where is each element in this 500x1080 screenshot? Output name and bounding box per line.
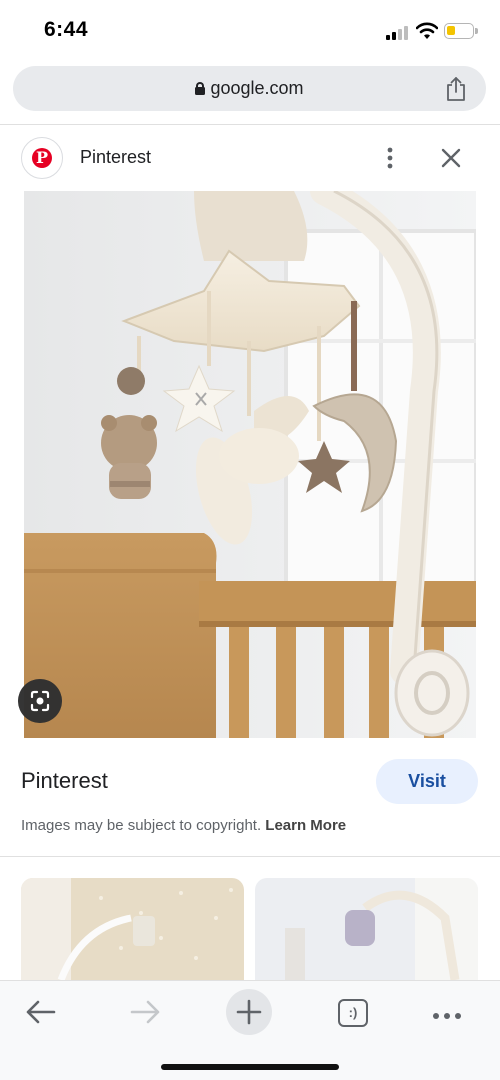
forward-arrow-icon[interactable] <box>122 989 168 1035</box>
home-indicator <box>161 1064 339 1070</box>
cellular-signal-icon <box>386 24 410 40</box>
more-horiz-icon[interactable] <box>424 989 470 1035</box>
url-text: google.com <box>210 78 304 98</box>
tab-switcher-label: :) <box>338 999 368 1027</box>
more-vert-icon[interactable] <box>381 145 399 171</box>
copyright-text: Images may be subject to copyright. <box>21 817 262 834</box>
visit-button[interactable]: Visit <box>376 759 478 804</box>
result-source-title: Pinterest <box>21 768 108 793</box>
divider <box>0 856 500 857</box>
wifi-icon <box>416 22 438 39</box>
pinterest-logo-icon: P <box>32 148 52 168</box>
learn-more-link[interactable]: Learn More <box>265 817 346 834</box>
lock-icon <box>195 82 206 95</box>
battery-icon <box>444 23 474 39</box>
plus-icon[interactable] <box>226 989 272 1035</box>
source-header: P Pinterest <box>0 125 500 191</box>
status-bar: 6:44 <box>0 0 500 60</box>
battery-cap <box>475 28 478 34</box>
pinterest-logo[interactable]: P <box>21 137 63 179</box>
url-display[interactable]: google.com <box>13 78 486 99</box>
back-arrow-icon[interactable] <box>18 989 64 1035</box>
address-bar[interactable]: google.com <box>13 66 486 111</box>
google-lens-icon[interactable] <box>18 679 62 723</box>
tab-switcher-button[interactable]: :) <box>330 989 376 1035</box>
related-image-thumbnail[interactable] <box>21 878 244 980</box>
share-icon[interactable] <box>444 76 468 102</box>
status-time: 6:44 <box>44 18 89 41</box>
result-image[interactable] <box>24 191 476 738</box>
related-image-thumbnail[interactable] <box>255 878 478 980</box>
copyright-notice: Images may be subject to copyright. Lear… <box>21 817 346 834</box>
screen: 6:44 google.com P Pinterest Pinterest Vi… <box>0 0 500 1080</box>
source-name[interactable]: Pinterest <box>80 147 151 168</box>
close-icon[interactable] <box>438 145 464 171</box>
